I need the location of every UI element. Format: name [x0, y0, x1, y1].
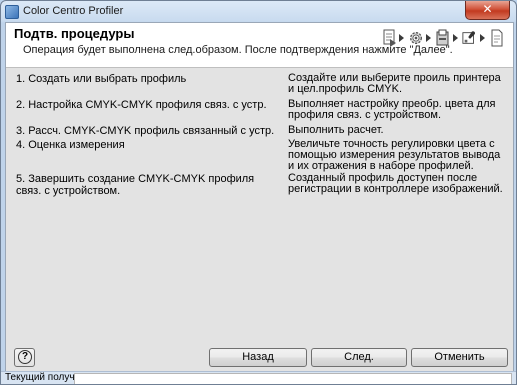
app-icon: [5, 5, 19, 19]
step-description: Создайте или выберите проиль принтера и …: [288, 72, 501, 95]
window-title: Color Centro Profiler: [23, 5, 124, 17]
step-label: 3. Рассч. CMYK-CMYK профиль связанный с …: [16, 125, 275, 137]
step-arrow-icon: [453, 34, 458, 42]
next-button[interactable]: След.: [311, 348, 407, 367]
wizard-header: Подтв. процедуры Операция будет выполнен…: [6, 23, 513, 68]
step-description: Созданный профиль доступен после регистр…: [288, 172, 503, 195]
step-label: 5. Завершить создание CMYK-CMYK профиля …: [16, 173, 255, 197]
eyedropper-icon: [462, 28, 478, 48]
help-icon: ?: [18, 350, 32, 364]
step-label: 1. Создать или выбрать профиль: [16, 73, 187, 85]
button-bar: ? Назад След. Отменить: [6, 343, 513, 371]
step-arrow-icon: [399, 34, 404, 42]
back-button[interactable]: Назад: [209, 348, 307, 367]
help-button[interactable]: ?: [14, 348, 35, 367]
cancel-button[interactable]: Отменить: [411, 348, 508, 367]
step-label: 4. Оценка измерения: [16, 139, 125, 151]
status-bar: Текущий получат.: [1, 371, 516, 384]
page-title: Подтв. процедуры: [14, 26, 135, 41]
wizard-panel: Подтв. процедуры Операция будет выполнен…: [5, 22, 514, 372]
printer-document-icon: [381, 28, 397, 48]
step-description: Выполнить расчет.: [288, 124, 384, 136]
step-label: 2. Настройка CMYK-CMYK профиля связ. с у…: [16, 99, 267, 111]
step-arrow-icon: [480, 34, 485, 42]
step-arrow-icon: [426, 34, 431, 42]
document-icon: [489, 28, 505, 48]
current-receiver-field: [74, 373, 512, 384]
close-button[interactable]: ✕: [465, 1, 510, 20]
gear-icon: [408, 28, 424, 48]
wizard-steps-indicator: [381, 25, 505, 51]
title-bar[interactable]: Color Centro Profiler ✕: [1, 1, 516, 22]
step-description: Увеличьте точность регулировки цвета с п…: [288, 138, 501, 172]
app-window: Color Centro Profiler ✕ Подтв. процедуры…: [0, 0, 517, 385]
printer-icon: [435, 28, 451, 48]
step-description: Выполняет настройку преобр. цвета для пр…: [288, 98, 496, 121]
